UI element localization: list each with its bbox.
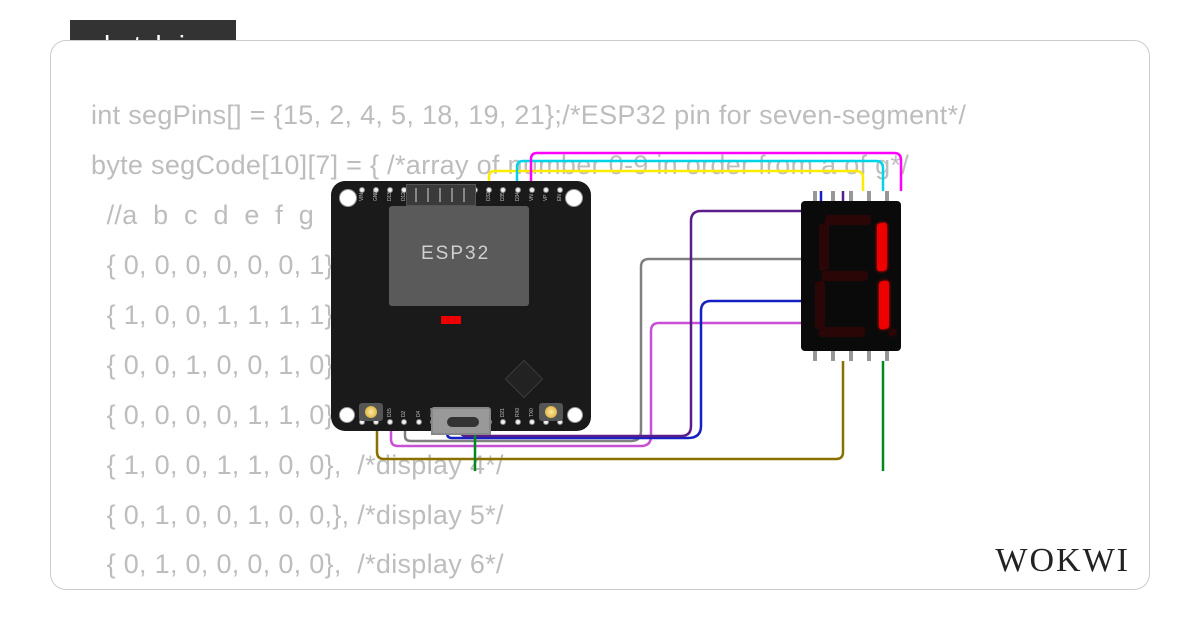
brand-logo: WOKWI	[995, 542, 1130, 580]
code-listing: int segPins[] = {15, 2, 4, 5, 18, 19, 21…	[91, 91, 1109, 590]
editor-frame: int segPins[] = {15, 2, 4, 5, 18, 19, 21…	[50, 40, 1150, 590]
